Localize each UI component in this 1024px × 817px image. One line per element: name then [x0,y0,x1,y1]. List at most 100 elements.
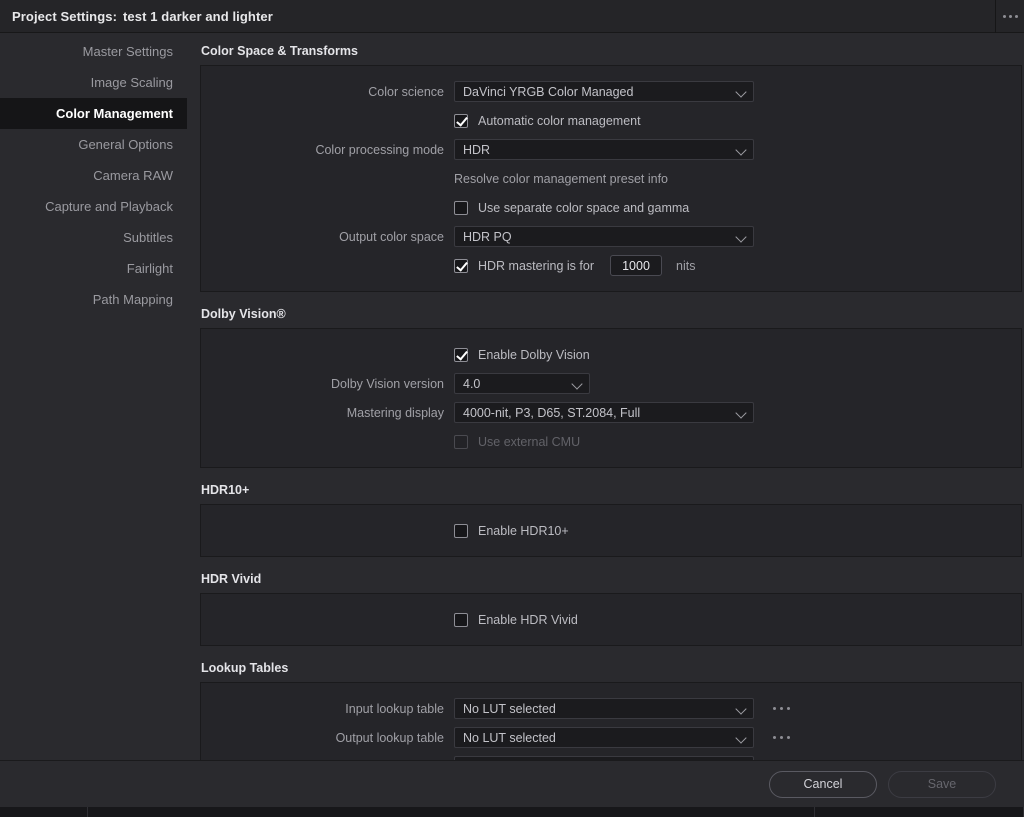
input-lookup-table-dropdown[interactable]: No LUT selected [454,698,754,719]
label-output-color-space: Output color space [339,229,444,244]
ellipsis-dot [779,707,783,710]
ellipsis-dot [779,736,783,739]
app-strip-cell [0,807,88,817]
sidebar-item-subtitles[interactable]: Subtitles [0,222,187,253]
cancel-button[interactable]: Cancel [769,770,877,798]
hdr-mastering-group: HDR mastering is for nits [454,255,695,276]
sidebar-item-path-mapping[interactable]: Path Mapping [0,284,187,315]
input-lookup-table-browse-button[interactable] [768,699,794,719]
row-input-lookup-table: Input lookup table No LUT selected [201,695,1021,722]
sidebar-item-camera-raw[interactable]: Camera RAW [0,160,187,191]
chevron-down-icon [736,231,747,242]
color-processing-mode-value: HDR [463,142,491,157]
enable-dolby-vision-checkbox[interactable] [454,347,468,362]
dialog-title-project-name: test 1 darker and lighter [123,8,273,24]
hdr-mastering-label: HDR mastering is for [478,258,594,273]
automatic-color-management-toggle[interactable]: Automatic color management [454,113,641,128]
automatic-color-management-checkbox[interactable] [454,113,468,128]
sidebar-item-label: Image Scaling [90,75,173,90]
video-monitor-lookup-table-value: No LUT selected [463,760,728,761]
ellipsis-dot [1014,15,1018,18]
enable-hdr10plus-label: Enable HDR10+ [478,523,569,538]
dolby-vision-version-dropdown[interactable]: 4.0 [454,373,590,394]
sidebar-item-label: Subtitles [123,230,173,245]
color-processing-mode-dropdown[interactable]: HDR [454,139,754,160]
color-science-value: DaVinci YRGB Color Managed [463,84,634,99]
dialog-title: Project Settings: test 1 darker and light… [0,9,273,24]
output-lookup-table-value: No LUT selected [463,730,556,745]
enable-hdr-vivid-checkbox[interactable] [454,612,468,627]
project-settings-dialog: Project Settings: test 1 darker and light… [0,0,1024,807]
output-color-space-value: HDR PQ [463,229,512,244]
chevron-down-icon [572,378,583,389]
ellipsis-dot [772,707,776,710]
use-separate-color-space-checkbox[interactable] [454,200,468,215]
dialog-body: Master Settings Image Scaling Color Mana… [0,33,1024,760]
output-lookup-table-browse-button[interactable] [768,728,794,748]
row-mastering-display: Mastering display 4000-nit, P3, D65, ST.… [201,399,1021,426]
row-color-science: Color science DaVinci YRGB Color Managed [201,78,1021,105]
label-mastering-display: Mastering display [346,405,444,420]
chevron-down-icon [736,407,747,418]
sidebar-item-label: General Options [78,137,173,152]
ellipsis-dot [786,707,790,710]
input-lookup-table-value: No LUT selected [463,701,556,716]
row-use-external-cmu: Use external CMU [201,428,1021,455]
panel-hdr10plus: Enable HDR10+ [200,504,1022,557]
video-monitor-lookup-table-dropdown[interactable]: No LUT selected [454,756,754,760]
color-science-dropdown[interactable]: DaVinci YRGB Color Managed [454,81,754,102]
row-video-monitor-lookup-table: Video monitor lookup table No LUT select… [201,753,1021,760]
sidebar-item-label: Capture and Playback [45,199,173,214]
chevron-down-icon [736,86,747,97]
dialog-title-prefix: Project Settings: [12,8,117,24]
ellipsis-icon[interactable] [995,0,1024,33]
mastering-display-value: 4000-nit, P3, D65, ST.2084, Full [463,405,641,420]
save-button: Save [888,770,996,798]
row-enable-hdr10plus: Enable HDR10+ [201,517,1021,544]
sidebar-item-label: Color Management [55,106,173,121]
chevron-down-icon [736,703,747,714]
hdr-mastering-checkbox[interactable] [454,258,468,273]
output-color-space-dropdown[interactable]: HDR PQ [454,226,754,247]
preset-info-text: Resolve color management preset info [454,171,669,186]
dialog-titlebar: Project Settings: test 1 darker and light… [0,0,1024,33]
sidebar-item-general-options[interactable]: General Options [0,129,187,160]
automatic-color-management-label: Automatic color management [478,113,641,128]
row-automatic-color-management: Automatic color management [201,107,1021,134]
settings-content-scroll[interactable]: Color Space & Transforms Color science D… [187,33,1024,760]
sidebar-item-label: Camera RAW [93,168,173,183]
enable-hdr10plus-toggle[interactable]: Enable HDR10+ [454,523,569,538]
ellipsis-dot [1002,15,1006,18]
sidebar-item-color-management[interactable]: Color Management [0,98,187,129]
sidebar-item-image-scaling[interactable]: Image Scaling [0,67,187,98]
label-dolby-vision-version: Dolby Vision version [330,376,444,391]
hdr-mastering-nits-input[interactable] [610,255,662,276]
panel-dolby-vision: Enable Dolby Vision Dolby Vision version… [200,328,1022,468]
sidebar-item-fairlight[interactable]: Fairlight [0,253,187,284]
use-separate-color-space-toggle[interactable]: Use separate color space and gamma [454,200,689,215]
output-lookup-table-dropdown[interactable]: No LUT selected [454,727,754,748]
sidebar-item-master-settings[interactable]: Master Settings [0,36,187,67]
sidebar-item-label: Master Settings [82,44,173,59]
sidebar-item-label: Path Mapping [92,292,173,307]
ellipsis-dot [1008,15,1012,18]
dialog-footer: Cancel Save [0,760,1024,807]
settings-content: Color Space & Transforms Color science D… [187,33,1024,760]
row-enable-dolby-vision: Enable Dolby Vision [201,341,1021,368]
sidebar-item-label: Fairlight [126,261,173,276]
app-window-strip [0,807,1024,817]
sidebar-item-capture-and-playback[interactable]: Capture and Playback [0,191,187,222]
dolby-vision-version-value: 4.0 [463,376,481,391]
section-title-hdr10plus: HDR10+ [201,483,250,497]
ellipsis-dot [772,736,776,739]
video-monitor-lookup-table-browse-button[interactable] [768,757,794,761]
ellipsis-dot [786,736,790,739]
enable-hdr-vivid-toggle[interactable]: Enable HDR Vivid [454,612,578,627]
section-title-hdr-vivid: HDR Vivid [201,572,262,586]
enable-dolby-vision-toggle[interactable]: Enable Dolby Vision [454,347,590,362]
label-color-science: Color science [368,84,444,99]
enable-hdr10plus-checkbox[interactable] [454,523,468,538]
use-external-cmu-checkbox [454,434,468,449]
row-preset-info: Resolve color management preset info [201,165,1021,192]
mastering-display-dropdown[interactable]: 4000-nit, P3, D65, ST.2084, Full [454,402,754,423]
